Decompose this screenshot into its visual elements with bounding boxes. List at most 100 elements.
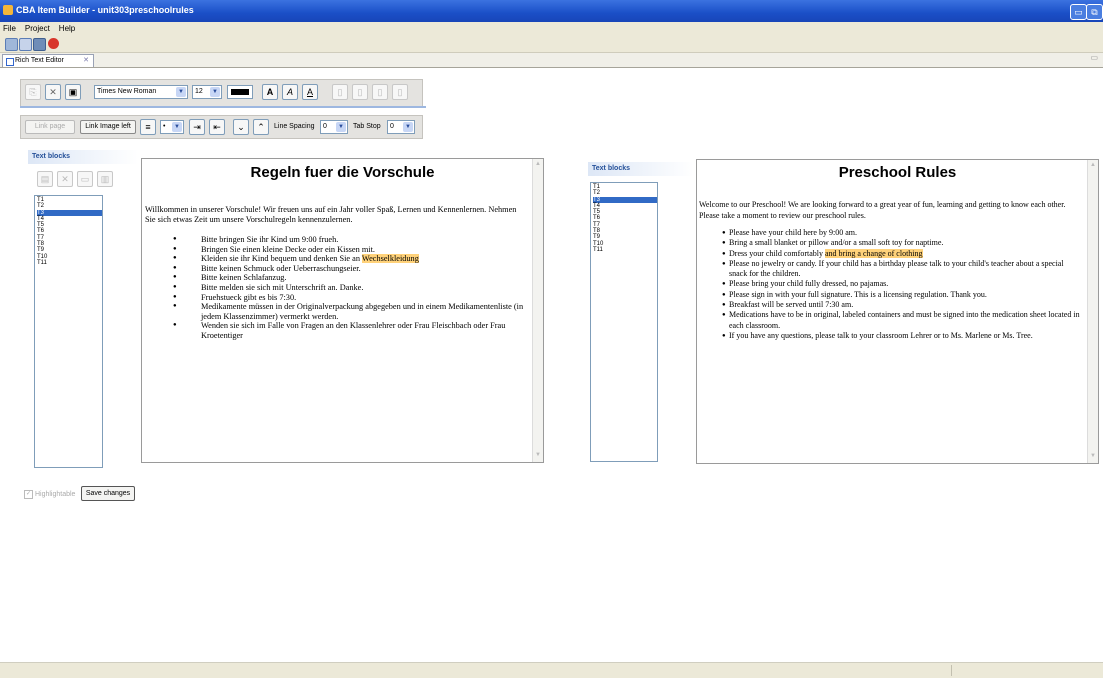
maximize-icon[interactable]: ▭ [1090,53,1098,62]
rule-text: Bringen Sie einen kleine Decke oder ein … [201,244,375,254]
delete-block-icon[interactable]: ✕ [57,171,73,187]
underline-icon[interactable]: A [302,84,318,100]
doc-title: Regeln fuer die Vorschule [250,164,435,181]
rule-text: Medications have to be in original, labe… [729,310,1080,330]
scroll-down-icon[interactable]: ▼ [534,452,542,460]
line-spacing-label: Line Spacing [274,123,315,130]
restore-button[interactable]: ⧉ [1086,4,1103,20]
justify-icon[interactable]: ▯ [392,84,408,100]
rule-item: Please bring your child fully dressed, n… [697,279,1082,290]
text-blocks-list[interactable]: T1 T2 T3 T4 T5 T6 T7 T8 T9 T10 T11 [34,195,103,468]
font-family-select[interactable]: Times New Roman ▼ [94,85,188,99]
rule-text: Bitte keinen Schlafanzug. [201,273,287,283]
rule-text: Please sign in with your full signature.… [729,289,987,299]
line-spacing-select[interactable]: 0 ▼ [320,120,348,134]
highlighted-text: and bring a change of clothing [824,248,923,258]
editor-scrollbar[interactable]: ▲ ▼ [532,159,543,462]
rules-list: Bitte bringen Sie ihr Kind um 9:00 frueh… [142,235,543,341]
superscript-icon[interactable]: ⌃ [253,119,269,135]
outdent-icon[interactable]: ⇤ [209,119,225,135]
copy-icon[interactable]: ⎘ [25,84,41,100]
rule-text: Bitte bringen Sie ihr Kind um 9:00 frueh… [201,235,339,244]
editor-scrollbar[interactable]: ▲ ▼ [1087,160,1098,463]
main-toolbar [0,36,1103,53]
rule-text: Bitte keinen Schmuck oder Ueberraschungs… [201,263,361,273]
new-file-icon[interactable] [19,38,32,51]
rule-item: Please have your child here by 9:00 am. [697,228,1082,239]
chevron-down-icon: ▼ [210,87,220,97]
minimize-button[interactable]: ▭ [1070,4,1087,20]
scroll-up-icon[interactable]: ▲ [534,161,542,169]
save-changes-button[interactable]: Save changes [81,486,135,501]
paragraph-icon[interactable]: ≡ [140,119,156,135]
save-icon[interactable] [33,38,46,51]
title-bar: CBA Item Builder - unit303preschoolrules… [0,0,1103,22]
align-left-icon[interactable]: ▯ [332,84,348,100]
rule-item: Bitte melden sie sich mit Unterschrift a… [142,283,529,293]
text-block-item[interactable]: T11 [37,260,102,266]
app-icon [3,5,13,15]
stop-icon[interactable] [48,38,59,49]
rule-item: Bitte keinen Schmuck oder Ueberraschungs… [142,264,529,274]
rule-text: Fruehstueck gibt es bis 7:30. [201,292,297,302]
bold-icon[interactable]: A [262,84,278,100]
open-folder-icon[interactable] [5,38,18,51]
bullet-select[interactable]: • ▼ [160,120,184,134]
toolbar-divider [20,106,426,108]
link-page-button[interactable]: Link page [25,120,75,134]
rule-text: Please no jewelry or candy. If your chil… [729,258,1064,279]
rule-item: Medikamente müssen in der Originalverpac… [142,302,529,321]
rule-item: Wenden sie sich im Falle von Fragen an d… [142,321,529,340]
font-size-select[interactable]: 12 ▼ [192,85,222,99]
link-image-left-button[interactable]: Link Image left [80,120,136,134]
checkbox-icon: ✓ [24,489,33,499]
rule-item: Kleiden sie ihr Kind bequem und denken S… [142,254,529,264]
move-down-icon[interactable]: ▥ [97,171,113,187]
align-center-icon[interactable]: ▯ [352,84,368,100]
rule-item: Bitte keinen Schlafanzug. [142,273,529,283]
chevron-down-icon: ▼ [336,122,346,132]
rule-text: Dress your child comfortably [729,248,825,258]
tab-stop-select[interactable]: 0 ▼ [387,120,415,134]
move-up-icon[interactable]: ▭ [77,171,93,187]
chevron-down-icon: ▼ [176,87,186,97]
rule-text: If you have any questions, please talk t… [729,330,1033,340]
paste-icon[interactable]: ▣ [65,84,81,100]
paragraph-toolbar: Link page Link Image left ≡ • ▼ ⇥ ⇤ ⌄ ⌃ L… [20,115,423,139]
rich-text-editor-en[interactable]: Preschool Rules Welcome to our Preschool… [696,159,1099,464]
rule-item: Bring a small blanket or pillow and/or a… [697,238,1082,249]
text-color-picker[interactable] [227,85,253,99]
highlightable-label: Highlightable [34,491,76,498]
add-block-icon[interactable]: ▤ [37,171,53,187]
menu-project[interactable]: Project [25,24,50,33]
chevron-down-icon: ▼ [403,122,413,132]
cut-icon[interactable]: ✕ [45,84,61,100]
italic-icon[interactable]: A [282,84,298,100]
rule-item: Please no jewelry or candy. If your chil… [697,259,1082,280]
tab-stop-label: Tab Stop [353,123,381,130]
text-blocks-header-right: Text blocks [588,162,694,176]
rule-text: Bring a small blanket or pillow and/or a… [729,238,944,248]
editor-tab-bar: Rich Text Editor ✕ ▭ [0,53,1103,68]
indent-icon[interactable]: ⇥ [189,119,205,135]
tab-rich-text-editor[interactable]: Rich Text Editor ✕ [2,54,94,67]
text-block-item[interactable]: T11 [593,247,657,253]
rule-text: Breakfast will be served until 7:30 am. [729,300,854,310]
menu-help[interactable]: Help [59,24,75,33]
doc-title: Preschool Rules [838,164,957,181]
rule-item: If you have any questions, please talk t… [697,330,1082,342]
rule-item: Dress your child comfortably and bring a… [697,248,1082,259]
close-icon[interactable]: ✕ [83,55,89,67]
rich-text-editor-de[interactable]: Regeln fuer die Vorschule Willkommen in … [141,158,544,463]
highlightable-checkbox[interactable]: ✓ Highlightable [24,489,75,501]
chevron-down-icon: ▼ [172,122,182,132]
scroll-down-icon[interactable]: ▼ [1089,453,1097,461]
doc-intro: Welcome to our Preschool! We are looking… [699,200,1066,220]
menu-file[interactable]: File [3,24,16,33]
text-blocks-list-right[interactable]: T1 T2 T3 T4 T5 T6 T7 T8 T9 T10 T11 [590,182,658,462]
subscript-icon[interactable]: ⌄ [233,119,249,135]
editor-icon [6,58,14,66]
format-toolbar: ⎘ ✕ ▣ Times New Roman ▼ 12 ▼ A A A ▯ ▯ ▯ ▯ [20,79,423,107]
scroll-up-icon[interactable]: ▲ [1089,162,1097,170]
align-right-icon[interactable]: ▯ [372,84,388,100]
